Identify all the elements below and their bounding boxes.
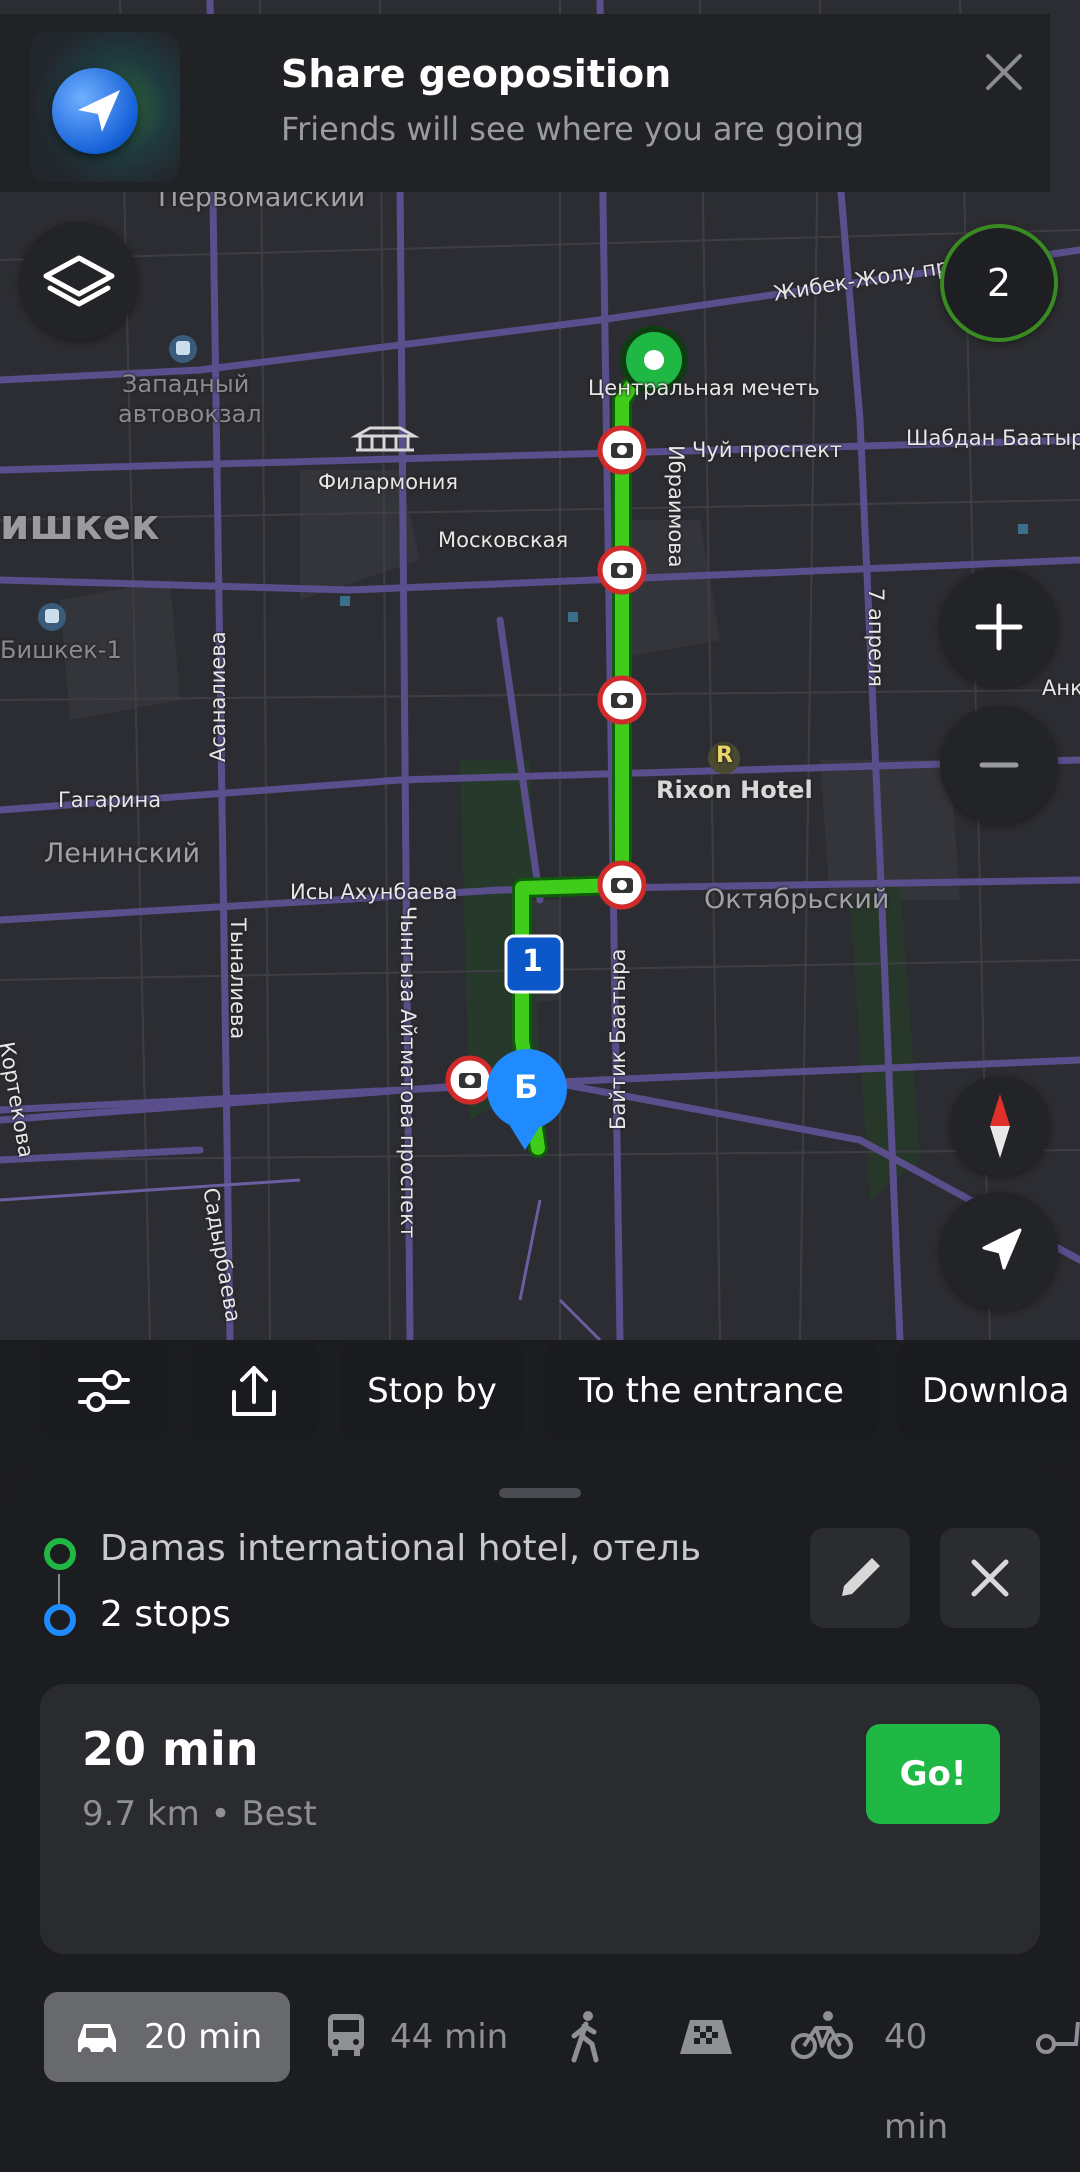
mode-scooter-tab[interactable]: [1036, 1992, 1080, 2082]
route-origin[interactable]: Damas international hotel, отель: [100, 1528, 701, 1569]
plus-icon: [975, 603, 1023, 651]
layers-icon: [43, 255, 115, 307]
destination-marker[interactable]: Б: [514, 1068, 538, 1106]
stop-number-marker[interactable]: 1: [522, 944, 543, 979]
street-label: Ибраимова: [664, 445, 688, 568]
stops-dot-icon: [44, 1604, 76, 1636]
origin-dot-icon: [44, 1538, 76, 1570]
street-label: Тыналиева: [226, 918, 250, 1040]
mode-transit-time: 44 min: [390, 2017, 509, 2057]
street-label: Шабдан Баатыр: [906, 426, 1080, 450]
pencil-icon: [842, 1558, 880, 1596]
street-label: 7 апреля: [864, 588, 888, 687]
city-label: ишкек: [0, 500, 160, 549]
map-view[interactable]: Первомайский Жибек-Жолу проспект Западны…: [0, 0, 1080, 1340]
mode-car-tab[interactable]: 20 min: [44, 1992, 290, 2082]
taxi-icon: [680, 2020, 732, 2054]
edit-route-button[interactable]: [810, 1528, 910, 1628]
car-icon: [78, 2024, 116, 2057]
street-label: Гагарина: [58, 788, 162, 812]
close-icon[interactable]: [976, 44, 1032, 100]
mode-walk-tab[interactable]: [566, 1992, 616, 2082]
banner-subtitle: Friends will see where you are going: [281, 110, 865, 148]
mode-car-time: 20 min: [144, 2017, 263, 2057]
street-label: Чуй проспект: [692, 438, 843, 462]
route-settings-button[interactable]: [40, 1342, 168, 1440]
close-icon: [971, 1559, 1009, 1597]
notifications-count: 2: [986, 261, 1012, 305]
street-label: Байтик Баатыра: [606, 948, 630, 1130]
bus-icon: [328, 2014, 364, 2056]
walking-icon: [571, 2011, 599, 2063]
mode-transit-tab[interactable]: 44 min: [320, 1992, 520, 2082]
sliders-icon: [78, 1370, 130, 1412]
poi-label: Центральная мечеть: [588, 376, 820, 400]
station-label: Бишкек-1: [0, 636, 122, 664]
scooter-icon: [1036, 2021, 1080, 2054]
compass-icon: [990, 1094, 1010, 1158]
navigation-arrow-icon: [982, 1228, 1022, 1270]
route-meta: 9.7 km • Best: [82, 1794, 317, 1834]
geoposition-icon: [30, 32, 180, 182]
minus-icon: [979, 762, 1019, 768]
compass-button[interactable]: [950, 1076, 1050, 1176]
route-option-card[interactable]: 20 min 9.7 km • Best Go!: [40, 1684, 1040, 1954]
stop-by-button[interactable]: Stop by: [340, 1342, 524, 1440]
route-actions-bar: Stop by To the entrance Downloa: [0, 1342, 1080, 1442]
banner-title: Share geoposition: [281, 52, 672, 96]
go-button[interactable]: Go!: [866, 1724, 1000, 1824]
share-icon: [232, 1366, 276, 1416]
to-entrance-button[interactable]: To the entrance: [545, 1342, 878, 1440]
close-route-button[interactable]: [940, 1528, 1040, 1628]
route-duration: 20 min: [82, 1722, 259, 1776]
poi-label: Западный: [122, 370, 250, 398]
notifications-counter[interactable]: 2: [940, 224, 1058, 342]
bicycle-icon: [791, 2011, 853, 2059]
share-route-button[interactable]: [190, 1342, 318, 1440]
street-label: Исы Ахунбаева: [290, 880, 458, 904]
my-location-button[interactable]: [940, 1192, 1058, 1310]
share-geoposition-banner[interactable]: Share geoposition Friends will see where…: [0, 14, 1050, 192]
layers-button[interactable]: [20, 222, 138, 340]
street-label: Асаналиева: [206, 631, 230, 762]
mode-bike-time: 40 min: [884, 2017, 949, 2147]
route-stops[interactable]: 2 stops: [100, 1594, 231, 1635]
route-sheet: Damas international hotel, отель 2 stops…: [0, 1470, 1080, 2147]
street-label: Чынгыза Айтматова проспект: [396, 906, 420, 1239]
street-label: Московская: [438, 528, 569, 552]
zoom-out-button[interactable]: [940, 706, 1058, 824]
mode-bike-tab[interactable]: 40 min: [790, 1992, 990, 2147]
download-button[interactable]: Downloa: [898, 1342, 1080, 1440]
zoom-in-button[interactable]: [940, 568, 1058, 686]
mode-taxi-tab[interactable]: [676, 1992, 736, 2082]
route-connector: [58, 1574, 60, 1604]
poi-label: автовокзал: [118, 400, 262, 428]
poi-label: Rixon Hotel: [656, 776, 813, 804]
hotel-badge: R: [716, 743, 733, 768]
sheet-handle[interactable]: [499, 1488, 581, 1498]
district-label: Октябрьский: [704, 884, 890, 915]
poi-label: Филармония: [318, 470, 459, 494]
district-label: Ленинский: [44, 838, 201, 869]
